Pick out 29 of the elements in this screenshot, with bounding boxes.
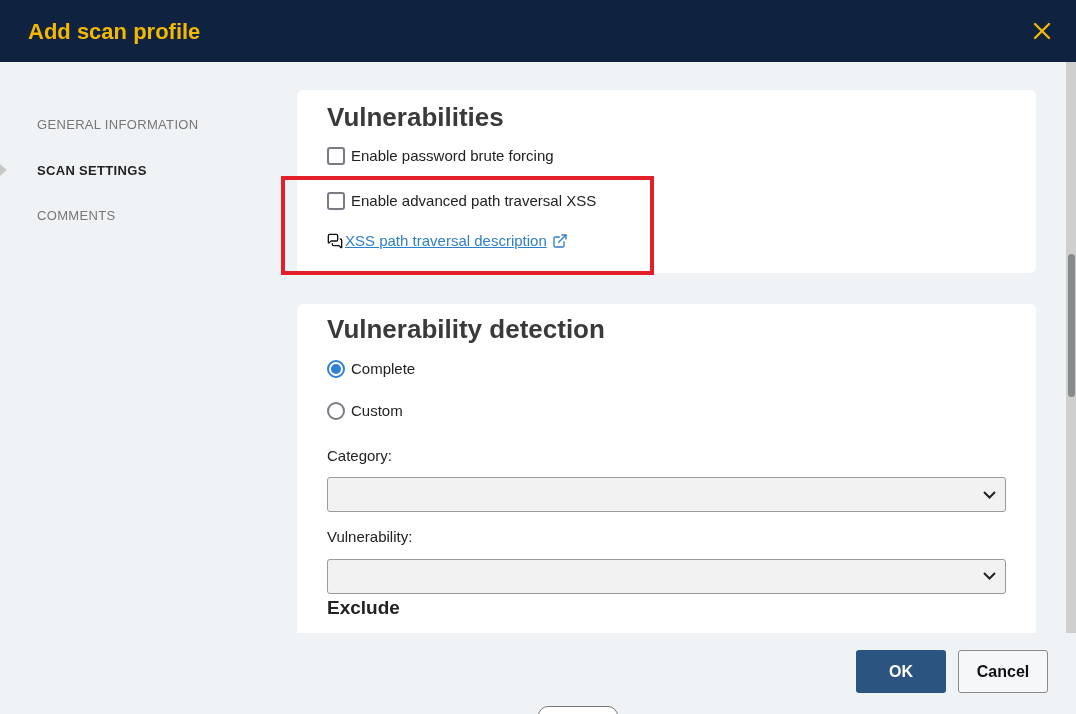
dropdown-field[interactable] bbox=[327, 558, 1006, 594]
section-title: Vulnerabilities bbox=[327, 101, 505, 134]
chat-bubbles-icon bbox=[327, 233, 343, 250]
radio-label: Complete bbox=[351, 358, 416, 379]
field-label: Category: bbox=[327, 445, 394, 466]
section-title: Vulnerability detection bbox=[327, 312, 606, 346]
radio-button[interactable] bbox=[327, 359, 345, 378]
subsection-title: Exclude bbox=[327, 595, 401, 620]
sidebar-item[interactable]: SCAN SETTINGS bbox=[37, 160, 147, 180]
external-link-icon bbox=[551, 233, 568, 250]
chevron-down-icon bbox=[983, 490, 996, 499]
selected-marker-icon bbox=[0, 164, 7, 177]
cancel-button[interactable]: Cancel bbox=[958, 650, 1048, 693]
sidebar-item[interactable]: COMMENTS bbox=[37, 206, 116, 226]
scrollbar[interactable] bbox=[1066, 62, 1076, 633]
radio-button[interactable] bbox=[327, 402, 345, 421]
radio-label: Custom bbox=[351, 401, 403, 421]
checkbox[interactable] bbox=[327, 147, 345, 166]
ok-button[interactable]: OK bbox=[856, 650, 946, 693]
dropdown-field[interactable] bbox=[327, 477, 1006, 512]
checkbox-label: Enable password brute forcing bbox=[351, 146, 554, 166]
field-label: Vulnerability: bbox=[327, 527, 414, 547]
description-link[interactable]: XSS path traversal description bbox=[345, 230, 547, 253]
scrollbar-thumb[interactable] bbox=[1068, 254, 1075, 397]
checkbox-label: Enable advanced path traversal XSS bbox=[351, 190, 597, 211]
checkbox[interactable] bbox=[327, 191, 345, 210]
chevron-down-icon bbox=[983, 572, 996, 580]
sidebar-item[interactable]: GENERAL INFORMATION bbox=[37, 115, 199, 135]
dialog-title: Add scan profile bbox=[28, 17, 201, 46]
